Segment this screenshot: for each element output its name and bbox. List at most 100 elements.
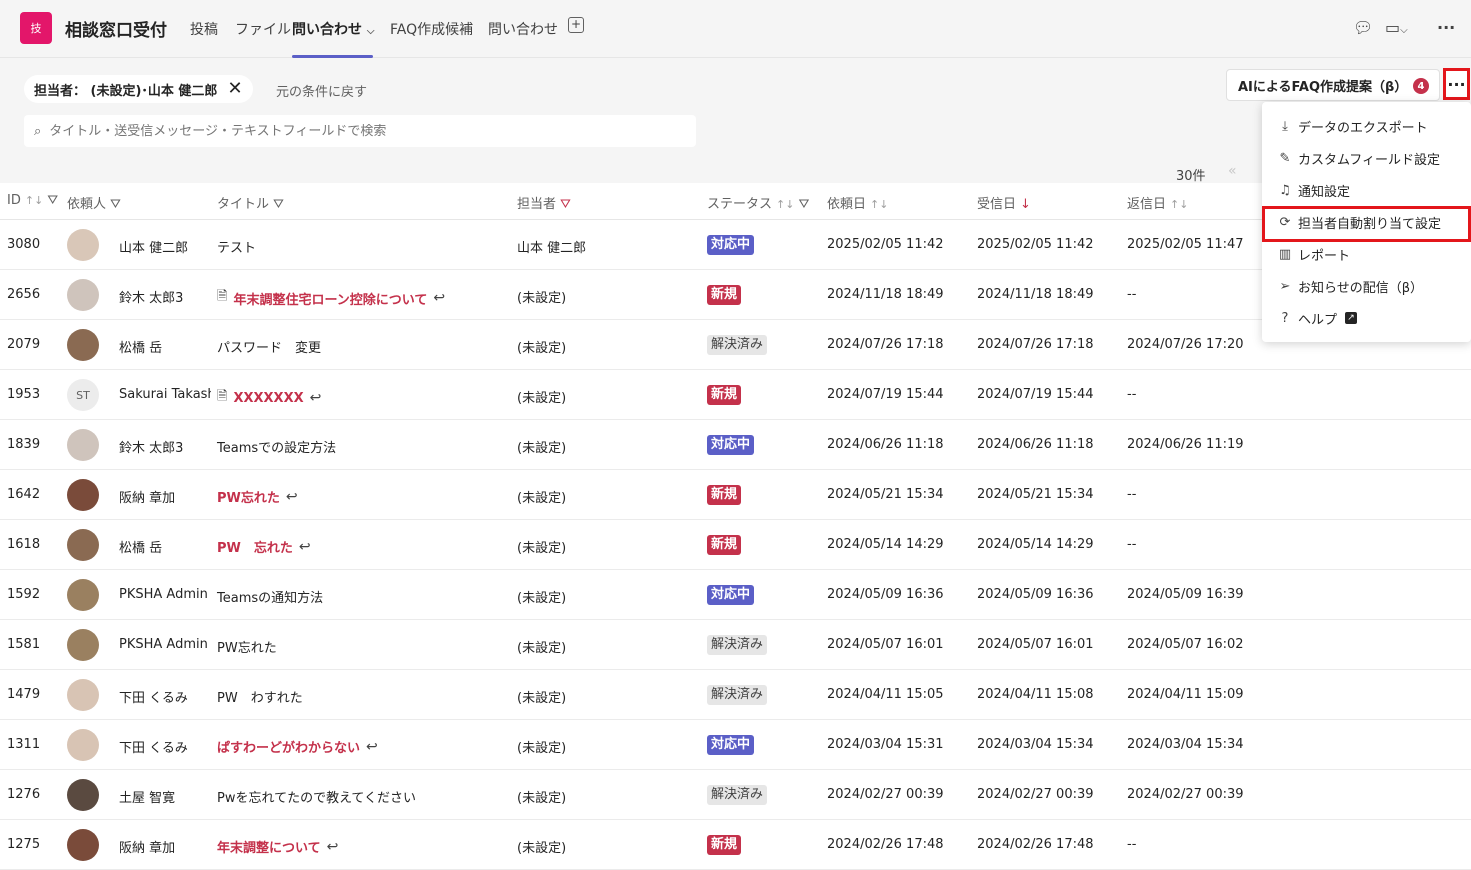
add-tab-icon[interactable]: +	[568, 17, 584, 33]
status-badge: 新規	[707, 385, 742, 405]
cell-title[interactable]: Pwを忘れてたので教えてください	[217, 787, 416, 806]
reply-icon: ↩	[366, 738, 378, 755]
cell-id: 2079	[7, 337, 41, 352]
tab-files[interactable]: ファイル	[235, 19, 291, 39]
avatar[interactable]: ST	[67, 379, 99, 411]
menu-item-notifications[interactable]: ♫ 通知設定	[1278, 174, 1350, 206]
avatar[interactable]	[67, 729, 99, 761]
sort-icon[interactable]: ↑↓	[1170, 198, 1188, 211]
avatar[interactable]	[67, 329, 99, 361]
avatar[interactable]	[67, 779, 99, 811]
cell-requester: 阪納 章加	[119, 841, 176, 856]
table-row[interactable]: 1642 阪納 章加 PW忘れた ↩ (未設定) 新規 2024/05/21 15:34 20…	[0, 470, 1471, 520]
col-received-date[interactable]: 受信日 ↓	[977, 193, 1031, 212]
cell-title[interactable]: PW忘れた	[217, 637, 277, 656]
col-requester-label: 依頼人	[67, 197, 107, 212]
filter-icon[interactable]: ⛛	[110, 197, 121, 212]
cell-title[interactable]: 🗎︎ XXXXXXX ↩	[217, 387, 321, 409]
filter-icon[interactable]: ⛛	[798, 197, 809, 212]
col-status[interactable]: ステータス ↑↓ ⛛	[707, 193, 809, 212]
col-assignee[interactable]: 担当者 ⛛	[517, 193, 571, 212]
avatar[interactable]	[67, 629, 99, 661]
menu-item-custom-fields[interactable]: ✎ カスタムフィールド設定	[1278, 142, 1440, 174]
table-row[interactable]: 3080 山本 健二郎 テスト 山本 健二郎 対応中 2025/02/05 11:42 20…	[0, 220, 1471, 270]
menu-item-help[interactable]: ? ヘルプ ↗	[1278, 302, 1358, 334]
assignee-filter-chip: 担当者： (未設定)･山本 健二郎 ✕	[24, 75, 253, 103]
title-text: Teamsの通知方法	[217, 591, 324, 606]
table-row[interactable]: 2079 松橋 岳 パスワード 変更 (未設定) 解決済み 2024/07/26 17:1…	[0, 320, 1471, 370]
avatar[interactable]	[67, 229, 99, 261]
col-request-date[interactable]: 依頼日 ↑↓	[827, 193, 888, 212]
col-reply-date[interactable]: 返信日 ↑↓	[1127, 193, 1188, 212]
cell-title[interactable]: Teamsでの設定方法	[217, 437, 336, 456]
send-icon: ➢	[1279, 278, 1291, 294]
table-row[interactable]: 1479 下田 くるみ PW わすれた (未設定) 解決済み 2024/04/11 15:…	[0, 670, 1471, 720]
pager-first-icon[interactable]: «	[1228, 163, 1237, 179]
cell-title[interactable]: パスワード 変更	[217, 337, 321, 356]
app-icon[interactable]: 技	[20, 12, 52, 44]
sort-icon[interactable]: ↑↓	[25, 194, 43, 207]
avatar[interactable]	[67, 479, 99, 511]
close-icon[interactable]: ✕	[227, 80, 242, 98]
cell-title[interactable]: Teamsの通知方法	[217, 587, 323, 606]
table-row[interactable]: 1953 ST Sakurai Takash. 🗎︎ XXXXXXX ↩ (未設定) 新規 20…	[0, 370, 1471, 420]
cell-title[interactable]: PW 忘れた ↩	[217, 537, 311, 557]
cell-received-date: 2024/06/26 11:18	[977, 437, 1094, 452]
col-id[interactable]: ID ↑↓ ⛛	[7, 193, 58, 208]
cell-reply-date: --	[1127, 387, 1137, 402]
menu-item-report[interactable]: ▥ レポート	[1278, 238, 1350, 270]
filter-icon[interactable]: ⛛	[47, 193, 58, 208]
sort-icon[interactable]: ↑↓	[776, 198, 794, 211]
search-input[interactable]	[49, 123, 650, 139]
title-text: パスワード 変更	[217, 341, 322, 356]
cell-title[interactable]: PW忘れた ↩	[217, 487, 298, 507]
cell-title[interactable]: 🗎︎ 年末調整住宅ローン控除について ↩	[217, 287, 445, 309]
tab-faq-candidates[interactable]: FAQ作成候補	[390, 19, 473, 39]
video-call-icon[interactable]: ▭︎⌵	[1385, 18, 1408, 37]
table-row[interactable]: 1311 下田 くるみ ぱすわーどがわからない ↩ (未設定) 対応中 2024/03/04…	[0, 720, 1471, 770]
avatar[interactable]	[67, 679, 99, 711]
filter-active-icon[interactable]: ⛛	[560, 197, 571, 212]
avatar[interactable]	[67, 279, 99, 311]
cell-title[interactable]: 年末調整について ↩	[217, 837, 338, 857]
avatar[interactable]	[67, 429, 99, 461]
cell-received-date: 2024/02/26 17:48	[977, 837, 1094, 852]
col-title[interactable]: タイトル ⛛	[217, 193, 284, 212]
tab-inquiries-2[interactable]: 問い合わせ	[488, 19, 558, 39]
sort-desc-icon[interactable]: ↓	[1020, 197, 1031, 212]
cell-request-date: 2025/02/05 11:42	[827, 237, 944, 252]
chat-icon[interactable]: 💬︎	[1353, 18, 1373, 37]
sort-icon[interactable]: ↑↓	[870, 198, 888, 211]
cell-requester: 山本 健二郎	[119, 241, 189, 256]
avatar[interactable]	[67, 579, 99, 611]
filter-icon[interactable]: ⛛	[273, 197, 284, 212]
menu-item-export[interactable]: ⤓ データのエクスポート	[1278, 110, 1428, 142]
cell-received-date: 2024/05/21 15:34	[977, 487, 1094, 502]
more-actions-button[interactable]: ···	[1443, 68, 1470, 100]
cell-title[interactable]: ぱすわーどがわからない ↩	[217, 737, 378, 757]
table-row[interactable]: 2656 鈴木 太郎3 🗎︎ 年末調整住宅ローン控除について ↩ (未設定) 新規 2024/…	[0, 270, 1471, 320]
avatar[interactable]	[67, 829, 99, 861]
table-row[interactable]: 1581 PKSHA Admin PW忘れた (未設定) 解決済み 2024/05/07 …	[0, 620, 1471, 670]
cell-title[interactable]: テスト	[217, 237, 256, 256]
cell-requester: 松橋 岳	[119, 541, 163, 556]
ai-faq-suggestion-button[interactable]: AIによるFAQ作成提案（β） 4	[1226, 69, 1440, 101]
cell-id: 1642	[7, 487, 41, 502]
cell-title[interactable]: PW わすれた	[217, 687, 303, 706]
table-row[interactable]: 1592 PKSHA Admin Teamsの通知方法 (未設定) 対応中 2024/05…	[0, 570, 1471, 620]
col-requester[interactable]: 依頼人 ⛛	[67, 193, 121, 212]
cell-request-date: 2024/11/18 18:49	[827, 287, 944, 302]
table-row[interactable]: 1276 土屋 智寛 Pwを忘れてたので教えてください (未設定) 解決済み 2024/0…	[0, 770, 1471, 820]
reset-filter-link[interactable]: 元の条件に戻す	[276, 81, 367, 100]
col-assignee-label: 担当者	[517, 197, 557, 212]
table-row[interactable]: 1839 鈴木 太郎3 Teamsでの設定方法 (未設定) 対応中 2024/06/26 …	[0, 420, 1471, 470]
table-row[interactable]: 1618 松橋 岳 PW 忘れた ↩ (未設定) 新規 2024/05/14 14:29 20…	[0, 520, 1471, 570]
menu-item-announcement[interactable]: ➢ お知らせの配信（β）	[1278, 270, 1424, 302]
tab-posts[interactable]: 投稿	[190, 19, 218, 39]
more-options-icon[interactable]: ···	[1437, 18, 1455, 37]
reply-icon: ↩	[285, 488, 298, 505]
avatar[interactable]	[67, 529, 99, 561]
tab-inquiries-active[interactable]: 問い合わせ ⌵	[292, 19, 374, 39]
table-row[interactable]: 1275 阪納 章加 年末調整について ↩ (未設定) 新規 2024/02/26 17:4…	[0, 820, 1471, 870]
cell-requester: PKSHA Admin	[119, 587, 208, 602]
